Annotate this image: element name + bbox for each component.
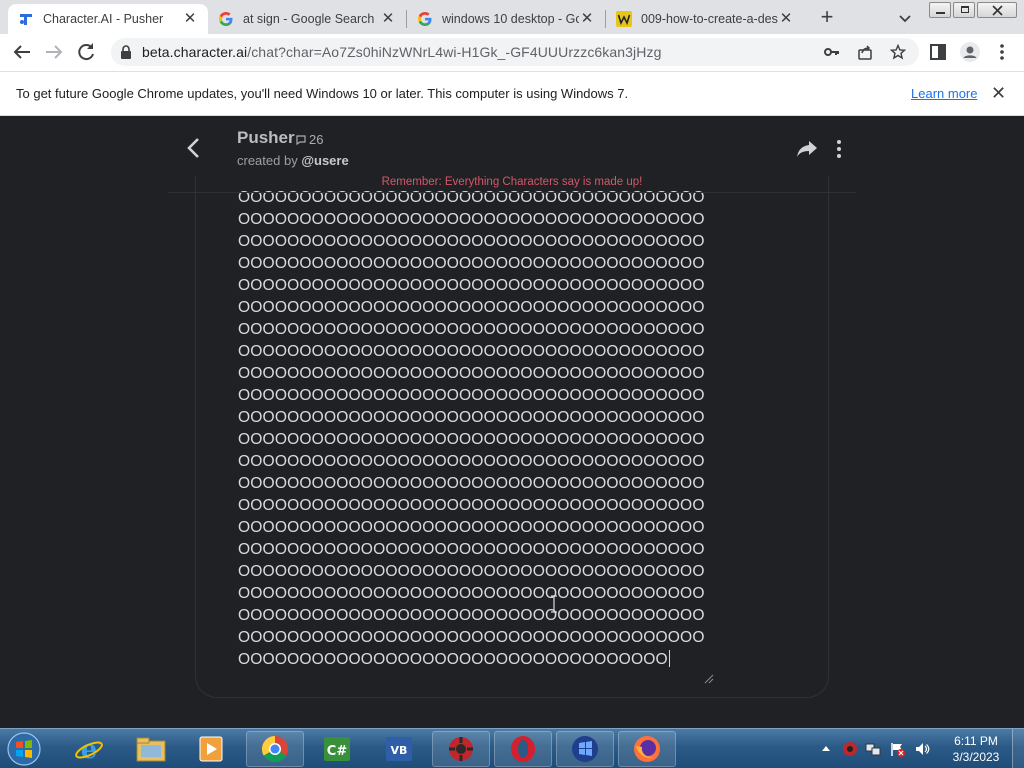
- address-bar[interactable]: beta.character.ai/chat?char=Ao7Zs0hiNzWN…: [111, 38, 919, 66]
- message-input[interactable]: OOOOOOOOOOOOOOOOOOOOOOOOOOOOOOOOOOOOOOOO…: [195, 176, 829, 698]
- url-host: beta.character.ai: [142, 44, 248, 60]
- reload-icon[interactable]: [74, 40, 98, 64]
- tab-title: at sign - Google Search: [243, 12, 375, 26]
- back-chevron-icon[interactable]: [184, 136, 204, 160]
- media-player-icon[interactable]: [182, 731, 240, 767]
- url-path: /chat?char=Ao7Zs0hiNzWNrL4wi-H1Gk_-GF4UU…: [247, 44, 662, 60]
- tab-google-search-at-sign[interactable]: at sign - Google Search ✕: [208, 4, 406, 34]
- close-icon[interactable]: ✕: [991, 84, 1006, 102]
- wikihow-icon: [616, 11, 632, 27]
- tab-title: Character.AI - Pusher: [43, 12, 164, 26]
- typed-text: OOOOOOOOOOOOOOOOOOOOOOOOOOOOOOOOOOOOOOOO…: [238, 189, 705, 668]
- chrome-icon[interactable]: [246, 731, 304, 767]
- red-gear-tray-icon[interactable]: [842, 741, 858, 757]
- more-options-icon[interactable]: [832, 138, 846, 160]
- created-by-prefix: created by: [237, 153, 298, 168]
- blue-app-icon[interactable]: [556, 731, 614, 767]
- character-chat-page: OOOOOOOOOOOOOOOOOOOOOOOOOOOOOOOOOOOOOOOO…: [0, 116, 1024, 728]
- back-arrow-icon[interactable]: [10, 40, 34, 64]
- url-text[interactable]: beta.character.ai/chat?char=Ao7Zs0hiNzWN…: [142, 44, 661, 60]
- chat-bubble-icon: [296, 134, 306, 145]
- window-close-button[interactable]: [977, 2, 1017, 18]
- infobar-message: To get future Google Chrome updates, you…: [16, 86, 629, 101]
- close-icon[interactable]: ✕: [579, 11, 595, 27]
- volume-icon[interactable]: [914, 741, 930, 757]
- file-explorer-icon[interactable]: [122, 731, 180, 767]
- profile-avatar-icon[interactable]: [958, 40, 982, 64]
- creator-link[interactable]: @usere: [301, 153, 348, 168]
- message-input-text[interactable]: OOOOOOOOOOOOOOOOOOOOOOOOOOOOOOOOOOOOOOOO…: [238, 187, 708, 671]
- star-icon[interactable]: [890, 44, 906, 60]
- chevron-down-icon[interactable]: [895, 8, 915, 28]
- opera-icon[interactable]: [494, 731, 552, 767]
- created-by: created by @usere: [237, 153, 349, 168]
- restore-button[interactable]: [953, 2, 975, 18]
- google-icon: [418, 12, 432, 26]
- system-tray: 6:11 PM 3/3/2023: [817, 729, 1024, 768]
- clock-time: 6:11 PM: [954, 734, 998, 748]
- chat-header: Pusher 26 created by @usere Remember: Ev…: [168, 116, 856, 193]
- google-icon: [219, 12, 233, 26]
- svg-text:C#: C#: [327, 744, 348, 759]
- close-icon: [992, 5, 1003, 16]
- tab-character-ai[interactable]: Character.AI - Pusher ✕: [8, 4, 208, 34]
- share-arrow-icon[interactable]: [795, 138, 819, 160]
- close-icon[interactable]: ✕: [778, 11, 794, 27]
- windows-taskbar: e C# VB 6:11 PM 3/3/2023: [0, 728, 1024, 768]
- lock-icon[interactable]: [120, 45, 132, 59]
- close-icon[interactable]: ✕: [380, 11, 396, 27]
- chat-count: 26: [295, 132, 323, 147]
- tab-title: windows 10 desktop - Go: [442, 12, 579, 26]
- side-panel-icon[interactable]: [926, 40, 950, 64]
- text-cursor-icon: [551, 595, 557, 613]
- forward-arrow-icon[interactable]: [42, 40, 66, 64]
- clock-date: 3/3/2023: [952, 750, 1000, 764]
- tab-strip: Character.AI - Pusher ✕ at sign - Google…: [0, 0, 1024, 34]
- visual-basic-icon[interactable]: VB: [370, 731, 428, 767]
- learn-more-link[interactable]: Learn more: [911, 86, 977, 101]
- svg-text:VB: VB: [391, 744, 408, 757]
- system-clock[interactable]: 6:11 PM 3/3/2023: [948, 733, 1004, 765]
- character-name: Pusher: [237, 128, 295, 147]
- tab-title: 009-how-to-create-a-des: [641, 12, 778, 26]
- character-ai-icon: [20, 14, 32, 25]
- svg-text:e: e: [81, 735, 98, 764]
- update-infobar: To get future Google Chrome updates, you…: [0, 71, 1024, 116]
- red-gear-app-icon[interactable]: [432, 731, 490, 767]
- minimize-button[interactable]: [929, 2, 951, 18]
- internet-explorer-icon[interactable]: e: [60, 731, 118, 767]
- network-icon[interactable]: [865, 741, 881, 757]
- text-caret: [668, 650, 670, 667]
- firefox-icon[interactable]: [618, 731, 676, 767]
- menu-kebab-icon[interactable]: [990, 40, 1014, 64]
- tray-overflow-icon[interactable]: [821, 744, 831, 752]
- chat-count-value: 26: [309, 132, 324, 147]
- show-desktop-button[interactable]: [1012, 729, 1024, 768]
- browser-toolbar: beta.character.ai/chat?char=Ao7Zs0hiNzWN…: [0, 34, 1024, 71]
- tab-wikihow[interactable]: 009-how-to-create-a-des ✕: [606, 4, 804, 34]
- start-button-icon[interactable]: [4, 730, 44, 768]
- tab-google-search-windows[interactable]: windows 10 desktop - Go ✕: [407, 4, 605, 34]
- new-tab-button[interactable]: +: [815, 6, 839, 30]
- resize-grip-icon[interactable]: [702, 672, 714, 684]
- share-icon[interactable]: [857, 44, 873, 60]
- key-icon[interactable]: [824, 45, 840, 59]
- disclaimer-text: Remember: Everything Characters say is m…: [381, 176, 643, 188]
- close-icon[interactable]: ✕: [182, 11, 198, 27]
- action-center-flag-icon[interactable]: [889, 741, 905, 757]
- csharp-icon[interactable]: C#: [308, 731, 366, 767]
